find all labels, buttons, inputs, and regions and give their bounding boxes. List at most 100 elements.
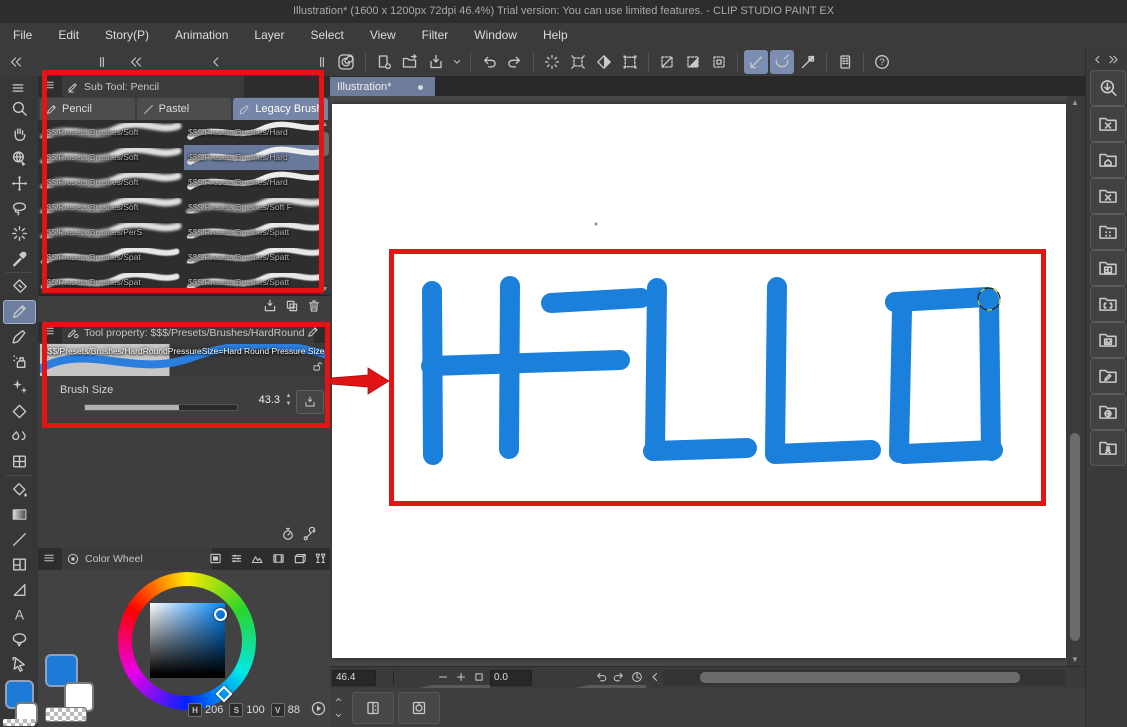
brush-size-value[interactable]: 43.3 — [248, 394, 280, 408]
help-button[interactable]: ? — [870, 50, 894, 74]
spinner-down-icon[interactable]: ▼ — [284, 400, 293, 408]
zoom-value[interactable]: 46.4 — [332, 670, 376, 686]
pencil-tool[interactable] — [0, 299, 38, 324]
subtool-tab-pastel[interactable]: Pastel — [137, 98, 232, 120]
edit-toolproperty-button[interactable] — [306, 325, 322, 341]
fill-tool[interactable] — [0, 477, 38, 502]
hsv-value-h[interactable]: 206 — [205, 704, 223, 716]
rotate-left-button[interactable] — [594, 670, 610, 686]
transparent-color-swatch[interactable] — [3, 719, 35, 726]
collapse-chevron-left[interactable] — [208, 54, 224, 70]
material-folder-pose[interactable] — [1090, 430, 1126, 466]
brush-preset[interactable]: $$$/Presets/Brushes/Hard — [184, 170, 331, 196]
color-set-tab[interactable] — [208, 551, 224, 567]
text-tool[interactable]: A — [0, 602, 38, 627]
scroll-down-arrow[interactable]: ▼ — [320, 286, 330, 294]
sv-selector[interactable] — [214, 608, 227, 621]
object-tool[interactable] — [0, 652, 38, 677]
subtool-panel-menu-button[interactable] — [42, 78, 58, 94]
brush-preset[interactable]: $$$/Presets/Brushes/Soft — [38, 145, 185, 171]
subtool-tab-legacybrush[interactable]: Legacy Brush — [233, 98, 328, 120]
auto-select-tool[interactable] — [0, 221, 38, 246]
fit-to-screen-button[interactable] — [472, 670, 488, 686]
material-folder-image[interactable] — [1090, 286, 1126, 322]
eraser-tool[interactable] — [0, 399, 38, 424]
material-folder-edit[interactable] — [1090, 358, 1126, 394]
intermediate-color-tab[interactable] — [292, 551, 308, 567]
menu-help[interactable]: Help — [530, 23, 581, 48]
brush-preview-strip[interactable]: $$$/Presets/Brushes/HardRoundPressureSiz… — [40, 344, 328, 376]
menu-select[interactable]: Select — [297, 23, 356, 48]
undo-button[interactable] — [477, 50, 501, 74]
subview-up-chevron[interactable] — [333, 692, 347, 704]
panel-grip[interactable] — [94, 54, 110, 70]
brush-preset[interactable]: $$$/Presets/Brushes/Hard — [184, 120, 331, 146]
expand-selection-button[interactable] — [618, 50, 642, 74]
selection-launcher-button[interactable] — [707, 50, 731, 74]
balloon-tool[interactable] — [0, 627, 38, 652]
frame-border-tool[interactable] — [0, 552, 38, 577]
brush-preset[interactable]: $$$/Presets/Brushes/Soft — [38, 120, 185, 146]
color-slider-tab[interactable] — [229, 551, 245, 567]
sidebar-collapse-left[interactable] — [1091, 53, 1105, 67]
subtool-tab-pencil[interactable]: Pencil — [40, 98, 135, 120]
canvas-vscroll-thumb[interactable] — [1070, 433, 1080, 641]
menu-filter[interactable]: Filter — [409, 23, 462, 48]
rotate-right-button[interactable] — [612, 670, 628, 686]
snap-to-ruler-button[interactable] — [744, 50, 768, 74]
airbrush-tool[interactable] — [0, 349, 38, 374]
zoom-out-button[interactable] — [436, 670, 452, 686]
spinner-up-icon[interactable]: ▲ — [284, 392, 293, 400]
colorwheel-panel-menu-button[interactable] — [42, 551, 58, 567]
document-tab[interactable]: Illustration* — [330, 77, 435, 96]
canvas-hscroll-thumb[interactable] — [700, 672, 1020, 683]
move-layer-tool[interactable] — [0, 171, 38, 196]
snap-to-special-ruler-button[interactable] — [770, 50, 794, 74]
panel-transparent-swatch[interactable] — [45, 707, 87, 722]
subview-rotate-button[interactable] — [398, 692, 440, 724]
save-dropdown[interactable] — [450, 50, 464, 74]
canvas-scroll-up[interactable]: ▲ — [1067, 98, 1083, 107]
snap-to-grid-button[interactable] — [796, 50, 820, 74]
toolproperty-panel-menu-button[interactable] — [42, 324, 58, 340]
canvas-horizontal-scrollbar[interactable] — [663, 670, 1065, 685]
import-subtool-button[interactable] — [262, 298, 278, 316]
color-mixing-tab[interactable] — [313, 551, 329, 567]
panel-grip[interactable] — [314, 54, 330, 70]
hsv-value-s[interactable]: 100 — [246, 704, 264, 716]
menu-file[interactable]: File — [0, 23, 45, 48]
pen-tool[interactable] — [0, 274, 38, 299]
fill-selection-button[interactable] — [681, 50, 705, 74]
material-folder-home[interactable] — [1090, 142, 1126, 178]
selection-tool[interactable] — [0, 196, 38, 221]
decoration-tool[interactable] — [0, 374, 38, 399]
menu-storyp[interactable]: Story(P) — [92, 23, 162, 48]
menu-view[interactable]: View — [357, 23, 409, 48]
open-file-button[interactable] — [398, 50, 422, 74]
brush-preset[interactable]: $$$/Presets/Brushes/Spatt — [184, 220, 331, 246]
subview-pages-button[interactable] — [352, 692, 394, 724]
color-mode-toggle-button[interactable] — [310, 700, 327, 717]
save-button[interactable] — [424, 50, 448, 74]
canvas-scroll-down[interactable]: ▼ — [1067, 655, 1083, 664]
liquify-tool[interactable] — [0, 449, 38, 474]
brush-size-slider[interactable] — [84, 404, 238, 411]
palette-dock-button[interactable] — [833, 50, 857, 74]
canvas-document[interactable] — [332, 104, 1066, 658]
canvas-viewport[interactable] — [330, 96, 1067, 666]
reset-view-button[interactable] — [630, 670, 646, 686]
auto-action-button[interactable] — [280, 526, 296, 544]
delete-subtool-button[interactable] — [306, 298, 322, 316]
add-subtool-button[interactable] — [284, 298, 300, 316]
subview-down-chevron[interactable] — [333, 708, 347, 720]
colorwheel-panel-tab[interactable]: Color Wheel — [62, 548, 212, 570]
material-folder-manga[interactable] — [1090, 250, 1126, 286]
quick-search-material[interactable] — [1090, 70, 1126, 106]
navigate-tool[interactable] — [0, 146, 38, 171]
deselect-button[interactable] — [540, 50, 564, 74]
hscroll-left-arrow[interactable] — [648, 670, 664, 686]
collapse-dbl-chevron-left[interactable] — [128, 54, 144, 70]
redo-button[interactable] — [503, 50, 527, 74]
subtool-panel-tab[interactable]: Sub Tool: Pencil — [62, 76, 244, 97]
polyline-tool[interactable] — [0, 577, 38, 602]
